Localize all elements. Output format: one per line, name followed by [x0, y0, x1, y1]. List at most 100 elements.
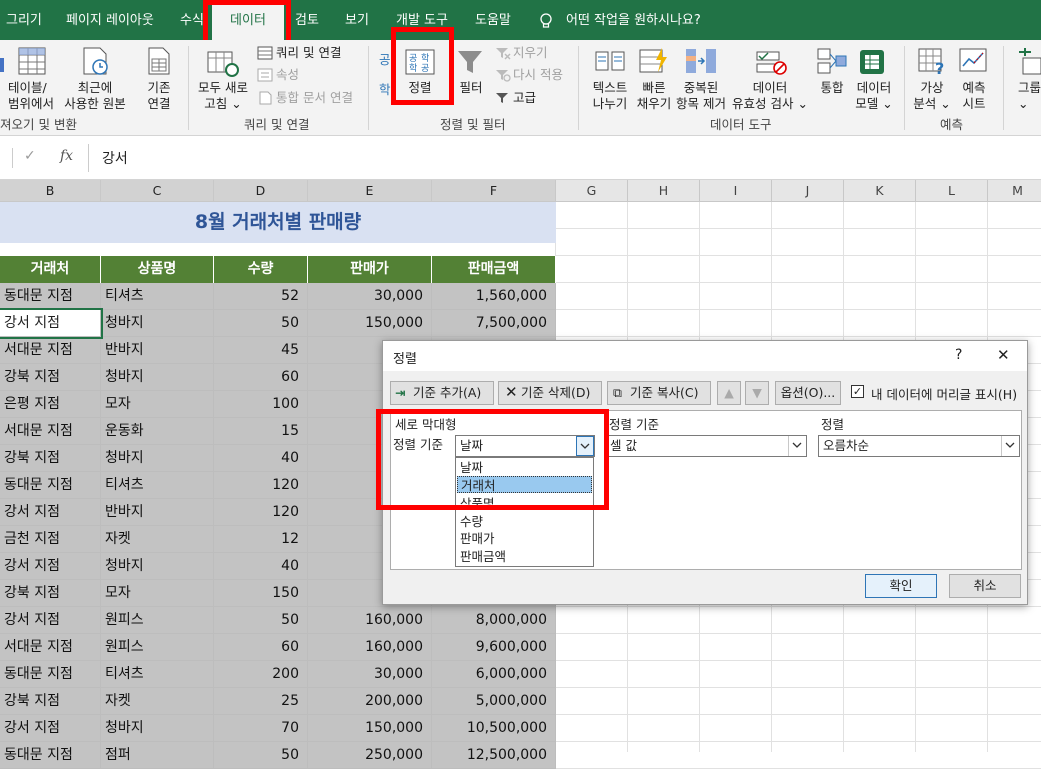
store-cell[interactable]: 서대문 지점 [0, 634, 101, 661]
header-cell-store[interactable]: 거래처 [0, 256, 101, 283]
amount-cell[interactable]: 1,560,000 [432, 283, 556, 310]
tab-draw[interactable]: 그리기 [6, 0, 42, 40]
product-cell[interactable]: 점퍼 [101, 742, 214, 769]
column-header-k[interactable]: K [844, 180, 916, 202]
tab-view[interactable]: 보기 [345, 0, 369, 40]
store-cell[interactable]: 강서 지점 [0, 308, 103, 339]
sheet-title[interactable]: 8월 거래처별 판매량 [0, 202, 556, 243]
product-cell[interactable]: 모자 [101, 391, 214, 418]
qty-cell[interactable]: 12 [214, 526, 308, 553]
column-header-e[interactable]: E [308, 180, 432, 202]
product-cell[interactable]: 티셔츠 [101, 283, 214, 310]
refresh-all-button[interactable]: 모두 새로 고침 ⌄ [194, 80, 252, 112]
enter-check-icon[interactable]: ✓ [24, 148, 36, 164]
column-header-d[interactable]: D [214, 180, 308, 202]
store-cell[interactable]: 강서 지점 [0, 553, 101, 580]
product-cell[interactable]: 청바지 [101, 310, 214, 337]
consolidate-button[interactable]: 통합 [814, 80, 850, 96]
data-validation-button[interactable]: 데이터 유효성 검사 ⌄ [730, 80, 810, 112]
data-model-button[interactable]: 데이터 모델 ⌄ [852, 80, 896, 112]
close-button[interactable]: ✕ [997, 346, 1010, 364]
existing-connections-button[interactable]: 기존 연결 [136, 80, 182, 112]
formula-input[interactable]: 강서 [102, 148, 128, 168]
delete-level-button[interactable]: ✕ 기준 삭제(D) [498, 381, 602, 405]
column-header-l[interactable]: L [916, 180, 988, 202]
header-cell-qty[interactable]: 수량 [214, 256, 308, 283]
price-cell[interactable]: 30,000 [308, 661, 432, 688]
store-cell[interactable]: 서대문 지점 [0, 418, 101, 445]
column-header-c[interactable]: C [101, 180, 214, 202]
filter-button[interactable]: 필터 [455, 80, 487, 96]
amount-cell[interactable]: 10,500,000 [432, 715, 556, 742]
tab-formulas[interactable]: 수식 [180, 0, 204, 40]
qty-cell[interactable]: 50 [214, 607, 308, 634]
insert-function-button[interactable]: fx [60, 148, 73, 164]
store-cell[interactable]: 강서 지점 [0, 499, 101, 526]
qty-cell[interactable]: 150 [214, 580, 308, 607]
sort-za-button[interactable]: 학 [379, 82, 391, 98]
table-range-button[interactable]: 테이블/범위에서 [8, 80, 60, 112]
product-cell[interactable]: 원피스 [101, 634, 214, 661]
header-checkbox[interactable]: ✓ [851, 385, 864, 398]
column-header-b[interactable]: B [0, 180, 101, 202]
group-button[interactable]: 그룹 ⌄ [1018, 80, 1041, 112]
product-cell[interactable]: 청바지 [101, 553, 214, 580]
store-cell[interactable]: 강서 지점 [0, 607, 101, 634]
amount-cell[interactable]: 9,600,000 [432, 634, 556, 661]
qty-cell[interactable]: 120 [214, 472, 308, 499]
store-cell[interactable]: 강서 지점 [0, 715, 101, 742]
product-cell[interactable]: 자켓 [101, 526, 214, 553]
store-cell[interactable]: 강북 지점 [0, 364, 101, 391]
column-header-i[interactable]: I [700, 180, 772, 202]
store-cell[interactable]: 강북 지점 [0, 688, 101, 715]
advanced-filter-button[interactable]: 고급 [513, 90, 536, 106]
column-header-m[interactable]: M [988, 180, 1041, 202]
header-cell-price[interactable]: 판매가 [308, 256, 432, 283]
reapply-button[interactable]: 다시 적용 [513, 67, 563, 83]
product-cell[interactable]: 반바지 [101, 337, 214, 364]
sort-az-button[interactable]: 공 [379, 52, 391, 68]
column-header-g[interactable]: G [556, 180, 628, 202]
store-cell[interactable]: 강북 지점 [0, 445, 101, 472]
copy-level-button[interactable]: ⧉ 기준 복사(C) [607, 381, 711, 405]
price-cell[interactable]: 250,000 [308, 742, 432, 769]
header-cell-amount[interactable]: 판매금액 [432, 256, 556, 283]
price-cell[interactable]: 160,000 [308, 607, 432, 634]
cancel-button[interactable]: 취소 [949, 574, 1021, 598]
product-cell[interactable]: 티셔츠 [101, 661, 214, 688]
what-if-analysis-button[interactable]: 가상 분석 ⌄ [910, 80, 954, 112]
order-select[interactable]: 오름차순 [818, 435, 1020, 457]
product-cell[interactable]: 청바지 [101, 445, 214, 472]
amount-cell[interactable]: 7,500,000 [432, 310, 556, 337]
qty-cell[interactable]: 50 [214, 310, 308, 337]
store-cell[interactable]: 서대문 지점 [0, 337, 101, 364]
product-cell[interactable]: 자켓 [101, 688, 214, 715]
dropdown-item-amount[interactable]: 판매금액 [457, 548, 592, 565]
store-cell[interactable]: 동대문 지점 [0, 742, 101, 769]
column-header-j[interactable]: J [772, 180, 844, 202]
qty-cell[interactable]: 120 [214, 499, 308, 526]
store-cell[interactable]: 동대문 지점 [0, 283, 101, 310]
forecast-sheet-button[interactable]: 예측 시트 [954, 80, 994, 112]
store-cell[interactable]: 강북 지점 [0, 580, 101, 607]
options-button[interactable]: 옵션(O)... [775, 381, 841, 405]
price-cell[interactable]: 30,000 [308, 283, 432, 310]
qty-cell[interactable]: 200 [214, 661, 308, 688]
price-cell[interactable]: 160,000 [308, 634, 432, 661]
amount-cell[interactable]: 8,000,000 [432, 607, 556, 634]
queries-connections-button[interactable]: 쿼리 및 연결 [276, 45, 341, 61]
tell-me-search[interactable]: 어떤 작업을 원하시나요? [566, 0, 701, 40]
price-cell[interactable]: 150,000 [308, 310, 432, 337]
column-header-f[interactable]: F [432, 180, 556, 202]
product-cell[interactable]: 청바지 [101, 364, 214, 391]
help-button[interactable]: ? [955, 347, 962, 363]
qty-cell[interactable]: 50 [214, 742, 308, 769]
product-cell[interactable]: 모자 [101, 580, 214, 607]
qty-cell[interactable]: 40 [214, 553, 308, 580]
flash-fill-button[interactable]: 빠른 채우기 [632, 80, 676, 112]
column-header-h[interactable]: H [628, 180, 700, 202]
product-cell[interactable]: 청바지 [101, 715, 214, 742]
sort-on-select[interactable]: 셀 값 [605, 435, 807, 457]
product-cell[interactable]: 운동화 [101, 418, 214, 445]
qty-cell[interactable]: 52 [214, 283, 308, 310]
